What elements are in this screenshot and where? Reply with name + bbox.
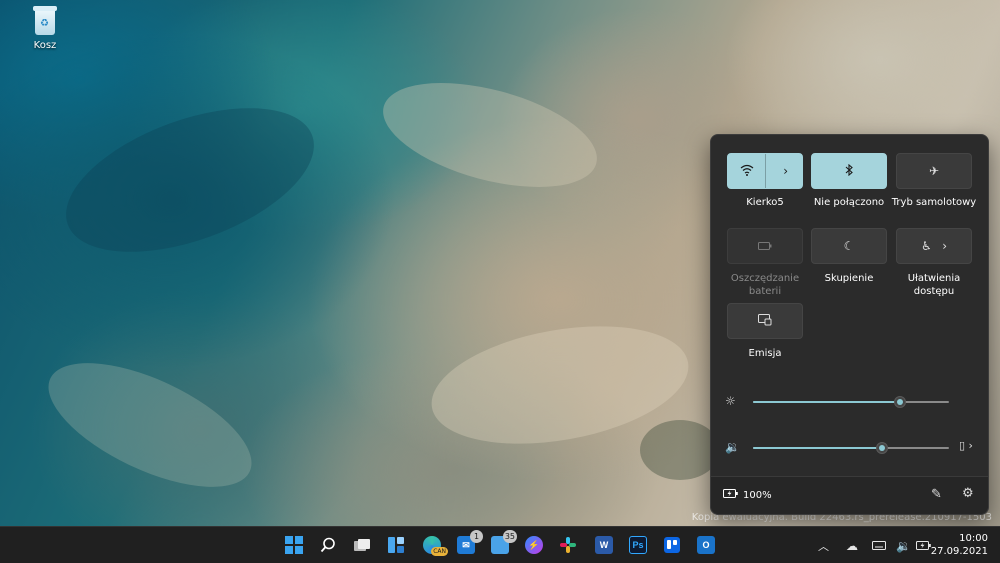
tray-keyboard[interactable] bbox=[872, 527, 886, 563]
chevron-up-icon[interactable]: ︿ bbox=[818, 538, 829, 554]
teams-badge: 35 bbox=[502, 530, 517, 543]
wifi-tile-label: Kierko5 bbox=[746, 197, 784, 208]
messenger-icon: ⚡ bbox=[525, 536, 543, 554]
photoshop-icon: Ps bbox=[629, 536, 647, 554]
slack-icon bbox=[560, 537, 576, 553]
taskbar-edge[interactable]: CAN bbox=[420, 533, 448, 557]
recycle-bin-icon: ♻ bbox=[32, 6, 58, 36]
tray-volume[interactable]: 🔉 bbox=[896, 527, 911, 563]
bluetooth-tile[interactable] bbox=[811, 153, 887, 189]
volume-track[interactable] bbox=[753, 442, 949, 454]
search-icon bbox=[320, 537, 335, 553]
battery-status[interactable]: 100% bbox=[723, 489, 772, 501]
brightness-thumb[interactable] bbox=[894, 396, 906, 408]
wallpaper-swirl bbox=[47, 79, 333, 281]
moon-icon: ☾ bbox=[843, 239, 855, 253]
speaker-icon: 🔉 bbox=[896, 538, 911, 553]
clock-time: 10:00 bbox=[959, 533, 988, 544]
speaker-device-icon: ▯ bbox=[959, 439, 966, 452]
accessibility-icon: ♿ bbox=[921, 239, 932, 253]
brightness-track[interactable] bbox=[753, 396, 949, 408]
battery-saver-tile bbox=[727, 228, 803, 264]
taskbar-messenger[interactable]: ⚡ bbox=[522, 533, 546, 557]
task-view-icon bbox=[354, 539, 370, 551]
speaker-icon: 🔉 bbox=[725, 440, 740, 454]
gear-icon[interactable]: ⚙ bbox=[962, 486, 974, 501]
taskbar-teams[interactable]: 35 bbox=[488, 530, 517, 557]
accessibility-tile[interactable]: ♿ › bbox=[896, 228, 972, 264]
quick-settings-footer: 100% ✎ ⚙ bbox=[711, 476, 988, 514]
battery-saver-icon bbox=[758, 240, 772, 252]
desktop-icon-label: Kosz bbox=[33, 40, 57, 51]
tray-battery[interactable] bbox=[916, 527, 932, 563]
battery-charging-icon bbox=[723, 489, 739, 501]
focus-tile[interactable]: ☾ bbox=[811, 228, 887, 264]
audio-output-button[interactable]: ▯ › bbox=[959, 439, 973, 452]
taskbar-mail[interactable]: ✉ 1 bbox=[454, 530, 483, 557]
wifi-expand-chevron-icon[interactable]: › bbox=[783, 164, 788, 178]
battery-saver-tile-label: Oszczędzanie baterii bbox=[730, 273, 800, 297]
taskbar-task-view[interactable] bbox=[350, 533, 374, 557]
word-icon: W bbox=[595, 536, 613, 554]
keyboard-icon bbox=[872, 541, 886, 550]
taskbar-widgets[interactable] bbox=[384, 533, 408, 557]
bluetooth-tile-label: Nie połączono bbox=[813, 197, 885, 208]
battery-percentage: 100% bbox=[743, 489, 772, 501]
clock-date: 27.09.2021 bbox=[930, 546, 988, 557]
airplane-mode-tile[interactable]: ✈ bbox=[896, 153, 972, 189]
wallpaper-swirl bbox=[640, 420, 720, 480]
widgets-icon bbox=[388, 537, 404, 553]
windows-start-icon bbox=[285, 536, 303, 554]
taskbar-photoshop[interactable]: Ps bbox=[626, 533, 650, 557]
airplane-mode-tile-label: Tryb samolotowy bbox=[891, 197, 977, 208]
wifi-tile[interactable]: › bbox=[727, 153, 803, 189]
edge-canary-badge: CAN bbox=[431, 547, 448, 556]
volume-slider[interactable]: 🔉 ▯ › bbox=[725, 438, 977, 458]
cloud-icon: ☁ bbox=[846, 538, 858, 553]
taskbar-search[interactable] bbox=[316, 533, 340, 557]
tray-onedrive[interactable]: ☁ bbox=[846, 527, 858, 563]
trello-icon bbox=[664, 537, 680, 553]
system-tray: ︿ bbox=[818, 527, 829, 563]
taskbar: CAN ✉ 1 35 ⚡ W Ps O ︿ ☁ 🔉 10:00 27.09.20… bbox=[0, 526, 1000, 563]
volume-thumb[interactable] bbox=[876, 442, 889, 454]
quick-settings-panel: › Kierko5 Nie połączono ✈ Tryb samolotow… bbox=[710, 134, 989, 515]
accessibility-expand-chevron-icon[interactable]: › bbox=[942, 239, 947, 253]
cast-icon bbox=[758, 314, 772, 328]
mail-badge: 1 bbox=[470, 530, 483, 543]
taskbar-word[interactable]: W bbox=[592, 533, 616, 557]
taskbar-trello[interactable] bbox=[660, 533, 684, 557]
taskbar-slack[interactable] bbox=[556, 533, 580, 557]
focus-tile-label: Skupienie bbox=[824, 273, 874, 284]
bluetooth-icon bbox=[845, 163, 853, 178]
accessibility-tile-label: Ułatwienia dostępu bbox=[907, 273, 961, 297]
brightness-slider[interactable]: ☼ bbox=[725, 392, 977, 412]
wifi-icon bbox=[740, 164, 754, 178]
battery-charging-icon bbox=[916, 541, 931, 550]
desktop-icon-recycle-bin[interactable]: ♻ Kosz bbox=[22, 6, 68, 51]
wallpaper-swirl bbox=[372, 63, 608, 207]
taskbar-clock[interactable]: 10:00 27.09.2021 bbox=[931, 532, 988, 558]
cast-tile[interactable] bbox=[727, 303, 803, 339]
pencil-icon[interactable]: ✎ bbox=[931, 487, 942, 502]
brightness-icon: ☼ bbox=[725, 394, 736, 408]
airplane-icon: ✈ bbox=[928, 164, 940, 178]
cast-tile-label: Emisja bbox=[748, 348, 782, 359]
taskbar-start[interactable] bbox=[282, 533, 306, 557]
taskbar-outlook[interactable]: O bbox=[694, 533, 718, 557]
wallpaper-swirl bbox=[31, 337, 269, 513]
outlook-icon: O bbox=[697, 536, 715, 554]
